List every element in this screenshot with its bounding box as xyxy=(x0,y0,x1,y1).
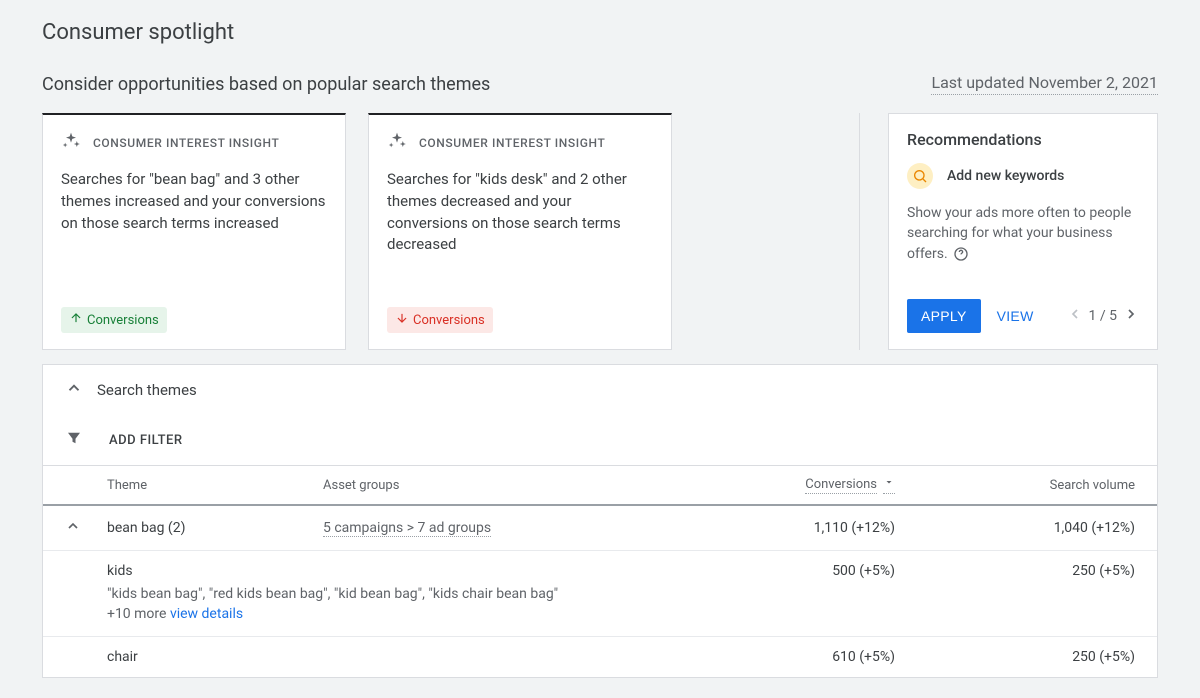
pager-text: 1 / 5 xyxy=(1089,308,1117,324)
sort-desc-icon xyxy=(883,476,895,494)
view-button[interactable]: VIEW xyxy=(993,299,1038,333)
recommendations-card: Recommendations Add new keywords Show yo… xyxy=(888,113,1158,350)
sparkle-icon xyxy=(61,131,81,155)
filter-icon[interactable] xyxy=(65,429,83,451)
insight-body: Searches for "kids desk" and 2 other the… xyxy=(387,169,653,307)
subtheme-name: chair xyxy=(107,649,323,665)
arrow-down-icon xyxy=(395,311,409,329)
view-details-link[interactable]: view details xyxy=(170,606,243,622)
help-icon[interactable] xyxy=(953,246,969,262)
add-filter-button[interactable]: ADD FILTER xyxy=(109,433,183,448)
insight-card[interactable]: CONSUMER INTEREST INSIGHT Searches for "… xyxy=(368,113,672,350)
pager: 1 / 5 xyxy=(1067,306,1139,326)
conversions-value: 610 (+5%) xyxy=(725,649,895,665)
search-volume-value: 1,040 (+12%) xyxy=(895,520,1135,536)
recommendation-body: Show your ads more often to people searc… xyxy=(907,203,1139,299)
search-volume-value: 250 (+5%) xyxy=(895,649,1135,665)
table-sub-row: chair 610 (+5%) 250 (+5%) xyxy=(43,637,1157,677)
search-themes-toggle[interactable]: Search themes xyxy=(43,365,1157,415)
col-theme[interactable]: Theme xyxy=(107,478,323,493)
conversions-badge-label: Conversions xyxy=(413,313,485,328)
divider xyxy=(859,113,860,350)
table-row[interactable]: bean bag (2) 5 campaigns > 7 ad groups 1… xyxy=(43,506,1157,551)
conversions-value: 500 (+5%) xyxy=(725,563,895,579)
insight-kicker: CONSUMER INTEREST INSIGHT xyxy=(419,136,605,150)
col-conversions[interactable]: Conversions xyxy=(725,476,895,494)
asset-groups-link[interactable]: 5 campaigns > 7 ad groups xyxy=(323,520,491,537)
conversions-badge-label: Conversions xyxy=(87,313,159,328)
expand-toggle[interactable] xyxy=(65,518,107,538)
subtheme-name: kids xyxy=(107,563,323,579)
search-terms-list: "kids bean bag", "red kids bean bag", "k… xyxy=(107,585,1135,624)
insight-kicker: CONSUMER INTEREST INSIGHT xyxy=(93,136,279,150)
conversions-badge-down: Conversions xyxy=(387,307,493,333)
recommendation-item-name: Add new keywords xyxy=(947,168,1064,184)
search-themes-panel: Search themes ADD FILTER Theme Asset gro… xyxy=(42,364,1158,678)
search-volume-value: 250 (+5%) xyxy=(895,563,1135,579)
page-title: Consumer spotlight xyxy=(42,20,1158,45)
table-header: Theme Asset groups Conversions Search vo… xyxy=(43,466,1157,506)
sparkle-icon xyxy=(387,131,407,155)
recommendations-title: Recommendations xyxy=(907,130,1139,149)
table-sub-row: kids 500 (+5%) 250 (+5%) "kids bean bag"… xyxy=(43,551,1157,637)
col-search-volume[interactable]: Search volume xyxy=(895,478,1135,493)
col-asset-groups[interactable]: Asset groups xyxy=(323,478,725,493)
last-updated: Last updated November 2, 2021 xyxy=(931,73,1158,95)
chevron-left-icon[interactable] xyxy=(1067,306,1083,326)
insight-body: Searches for "bean bag" and 3 other them… xyxy=(61,169,327,307)
chevron-up-icon xyxy=(65,379,83,401)
conversions-value: 1,110 (+12%) xyxy=(725,520,895,537)
theme-name: bean bag (2) xyxy=(107,520,323,536)
conversions-badge-up: Conversions xyxy=(61,307,167,333)
chevron-right-icon[interactable] xyxy=(1123,306,1139,326)
section-title: Consider opportunities based on popular … xyxy=(42,74,490,95)
insight-card[interactable]: CONSUMER INTEREST INSIGHT Searches for "… xyxy=(42,113,346,350)
apply-button[interactable]: APPLY xyxy=(907,299,981,333)
search-themes-label: Search themes xyxy=(97,381,197,399)
arrow-up-icon xyxy=(69,311,83,329)
search-icon xyxy=(907,163,933,189)
